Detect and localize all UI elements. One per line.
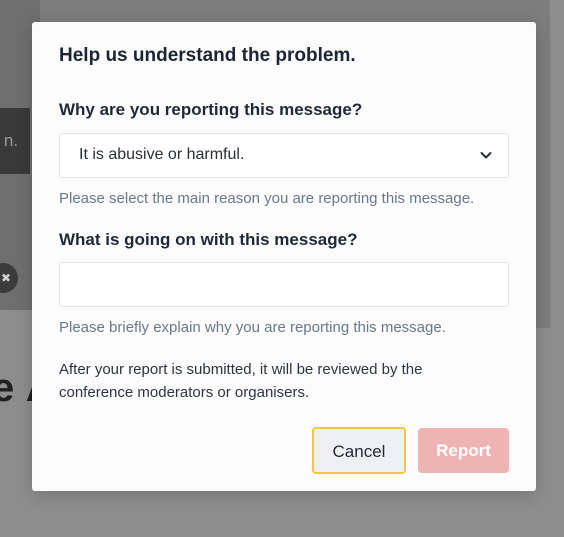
details-help-text: Please briefly explain why you are repor… bbox=[59, 319, 446, 336]
review-notice: After your report is submitted, it will … bbox=[59, 361, 423, 401]
background-toast: n. bbox=[0, 108, 30, 174]
reason-select[interactable]: It is abusive or harmful. bbox=[59, 133, 509, 178]
reason-selected-value: It is abusive or harmful. bbox=[79, 146, 245, 163]
report-button[interactable]: Report bbox=[418, 428, 509, 473]
report-message-dialog: Help us understand the problem. Why are … bbox=[32, 22, 536, 491]
dialog-title: Help us understand the problem. bbox=[59, 45, 356, 66]
details-input[interactable] bbox=[59, 262, 509, 307]
chevron-down-icon bbox=[480, 152, 492, 159]
reason-help-text: Please select the main reason you are re… bbox=[59, 190, 475, 207]
details-label: What is going on with this message? bbox=[59, 230, 358, 249]
reason-label: Why are you reporting this message? bbox=[59, 100, 363, 119]
cancel-button[interactable]: Cancel bbox=[312, 427, 406, 474]
